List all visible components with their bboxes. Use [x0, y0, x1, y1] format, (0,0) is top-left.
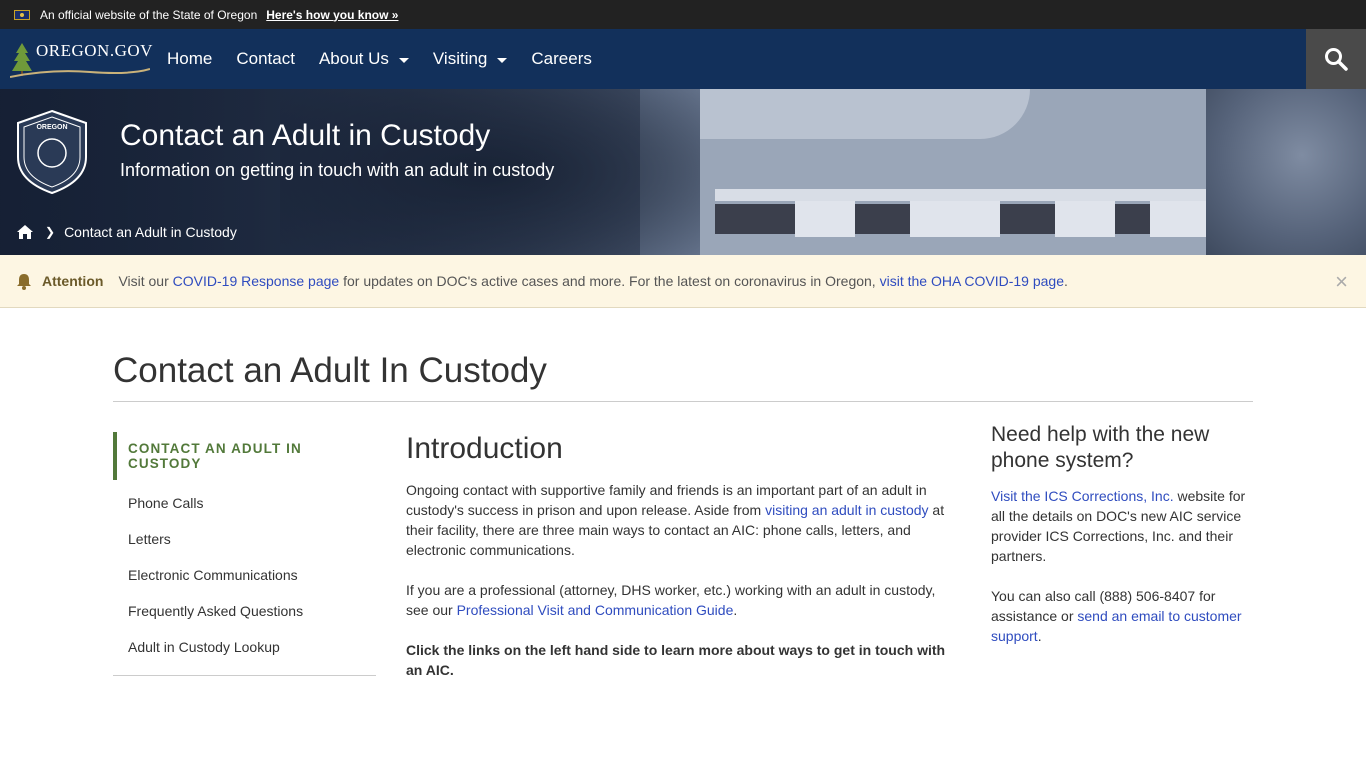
official-text: An official website of the State of Oreg…	[40, 7, 258, 22]
doc-seal-logo: OREGON	[17, 109, 87, 195]
visiting-link[interactable]: visiting an adult in custody	[765, 502, 928, 518]
nav-about-us-label: About Us	[318, 49, 389, 68]
hero-roof	[700, 89, 1030, 139]
nav-careers[interactable]: Careers	[531, 49, 591, 69]
intro-heading: Introduction	[406, 432, 563, 465]
logo-text: OREGON.GOV	[36, 41, 153, 60]
ics-link[interactable]: Visit the ICS Corrections, Inc.	[991, 488, 1174, 504]
oregon-gov-logo[interactable]: OREGON.GOV	[9, 39, 153, 79]
professional-paragraph: If you are a professional (attorney, DHS…	[406, 580, 951, 620]
sidenav-item-electronic[interactable]: Electronic Communications	[113, 557, 376, 593]
svg-text:OREGON: OREGON	[36, 124, 67, 131]
main-nav: OREGON.GOV Home Contact About Us Visitin…	[0, 29, 1366, 89]
hero-window	[1150, 201, 1210, 237]
intro-text: .	[733, 602, 738, 618]
help-paragraph: Visit the ICS Corrections, Inc. website …	[991, 486, 1253, 566]
divider	[113, 401, 1253, 402]
nav-visiting-label: Visiting	[432, 49, 488, 68]
sidenav-item-letters[interactable]: Letters	[113, 521, 376, 557]
side-nav: CONTACT AN ADULT IN CUSTODY Phone Calls …	[113, 432, 376, 676]
hero-window	[910, 201, 1000, 237]
sidenav-active-item[interactable]: CONTACT AN ADULT IN CUSTODY	[113, 432, 376, 480]
sidenav-divider	[113, 665, 376, 676]
sidenav-item-phone-calls[interactable]: Phone Calls	[113, 485, 376, 521]
hero-window	[795, 201, 855, 237]
chevron-down-icon	[398, 57, 409, 63]
hero-window	[1055, 201, 1115, 237]
chevron-right-icon: ❯	[45, 225, 56, 239]
oha-covid-link[interactable]: visit the OHA COVID-19 page	[880, 273, 1064, 289]
alert-label: Attention	[42, 273, 104, 289]
alert-text: .	[1064, 273, 1068, 289]
nav-contact[interactable]: Contact	[236, 49, 295, 69]
main-content: Introduction Ongoing contact with suppor…	[406, 430, 951, 700]
sidenav-item-faq[interactable]: Frequently Asked Questions	[113, 593, 376, 629]
help-text: .	[1037, 628, 1042, 644]
covid-response-link[interactable]: COVID-19 Response page	[173, 273, 340, 289]
search-icon	[1325, 48, 1348, 71]
how-you-know-link[interactable]: Here's how you know »	[266, 8, 398, 22]
oregon-flag-icon	[14, 9, 30, 20]
home-icon[interactable]	[16, 224, 34, 240]
breadcrumb: ❯ Contact an Adult in Custody	[16, 224, 237, 240]
official-banner: An official website of the State of Oreg…	[0, 0, 1366, 29]
instruction-paragraph: Click the links on the left hand side to…	[406, 642, 946, 678]
attention-alert: Attention Visit our COVID-19 Response pa…	[0, 255, 1366, 308]
chevron-down-icon	[497, 57, 508, 63]
breadcrumb-current: Contact an Adult in Custody	[64, 224, 237, 240]
alert-text: for updates on DOC's active cases and mo…	[339, 273, 880, 289]
search-button[interactable]	[1306, 29, 1366, 89]
hero-subtitle: Information on getting in touch with an …	[120, 160, 555, 180]
hero-title: Contact an Adult in Custody	[120, 119, 491, 152]
help-heading: Need help with the new phone system?	[991, 423, 1210, 472]
hero-band	[715, 189, 1220, 201]
intro-paragraph: Ongoing contact with supportive family a…	[406, 480, 951, 560]
sidenav-item-lookup[interactable]: Adult in Custody Lookup	[113, 629, 376, 665]
professional-guide-link[interactable]: Professional Visit and Communication Gui…	[457, 602, 734, 618]
bell-icon	[17, 273, 31, 290]
nav-visiting[interactable]: Visiting	[433, 49, 508, 69]
alert-text: Visit our	[118, 273, 173, 289]
help-call-paragraph: You can also call (888) 506-8407 for ass…	[991, 586, 1253, 646]
nav-home[interactable]: Home	[167, 49, 212, 69]
alert-message: Visit our COVID-19 Response page for upd…	[118, 273, 1067, 289]
help-sidebar: Need help with the new phone system? Vis…	[991, 422, 1253, 666]
nav-about-us[interactable]: About Us	[319, 49, 409, 69]
close-icon[interactable]: ×	[1335, 269, 1348, 295]
page-title: Contact an Adult In Custody	[113, 351, 547, 390]
hero-banner: OREGON Contact an Adult in Custody Infor…	[0, 89, 1366, 255]
hero-trees	[1206, 89, 1366, 255]
